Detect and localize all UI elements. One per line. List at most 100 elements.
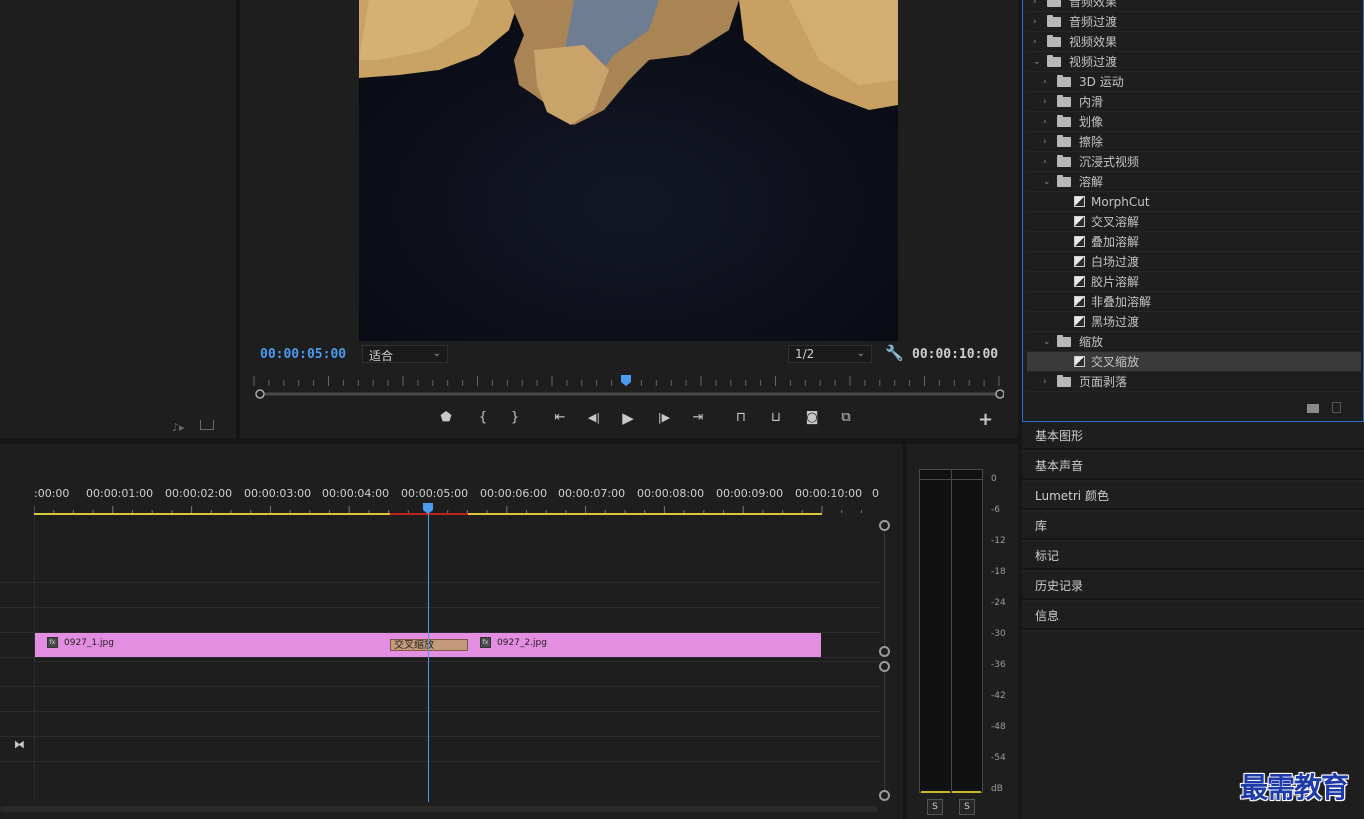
video-scrollbar-track[interactable] <box>884 525 885 651</box>
transition-block[interactable]: 交叉缩放 <box>390 639 468 651</box>
audio-scroll-handle-top[interactable] <box>879 661 890 672</box>
chevron-right-icon[interactable]: › <box>1043 72 1047 92</box>
audio-mix-icon[interactable]: ⧓ <box>14 738 25 751</box>
chevron-right-icon[interactable]: › <box>1043 92 1047 112</box>
new-custom-bin-icon[interactable] <box>1307 404 1319 413</box>
resolution-select[interactable]: 1/2 ⌄ <box>788 345 872 363</box>
clip-name: 0927_2.jpg <box>497 638 547 648</box>
side-panel-tab[interactable]: 标记 <box>1022 542 1364 570</box>
effects-folder[interactable]: › 内滑 <box>1027 92 1361 112</box>
zoom-handle-right[interactable] <box>995 389 1004 399</box>
solo-left-button[interactable]: S <box>927 799 943 815</box>
ruler-time-label: :00:00 <box>34 487 70 500</box>
chevron-right-icon[interactable]: › <box>1033 0 1037 12</box>
ruler-time-label: 00:00:08:00 <box>637 487 705 500</box>
chevron-right-icon[interactable]: › <box>1043 372 1047 392</box>
effects-folder[interactable]: › 音频效果 <box>1027 0 1361 12</box>
time-ruler-ticks[interactable] <box>34 503 884 519</box>
side-panel-tab[interactable]: 历史记录 <box>1022 572 1364 600</box>
mark-in-button[interactable]: { <box>471 408 495 428</box>
playhead-head[interactable] <box>423 503 433 514</box>
clip[interactable]: fx 0927_1.jpg <box>35 633 390 657</box>
video-scroll-handle-top[interactable] <box>879 520 890 531</box>
monitor-scrubber[interactable] <box>252 372 1004 402</box>
preview-image <box>359 0 898 341</box>
zoom-handle-left[interactable] <box>255 389 265 399</box>
side-panel-tab[interactable]: 基本声音 <box>1022 452 1364 480</box>
comparison-view-button[interactable]: ⧉ <box>834 408 858 428</box>
track-header-line <box>0 686 34 687</box>
extract-button[interactable]: ⊔ <box>764 408 788 428</box>
lift-button[interactable]: ⊓ <box>729 408 753 428</box>
button-editor-add[interactable]: + <box>978 409 993 430</box>
side-panel-tab[interactable]: 信息 <box>1022 602 1364 630</box>
tree-label: 内滑 <box>1079 95 1104 109</box>
add-marker-button[interactable]: ⬟ <box>434 408 458 428</box>
effect-item[interactable]: 交叉溶解 <box>1027 212 1361 232</box>
effects-folder[interactable]: › 擦除 <box>1027 132 1361 152</box>
effects-folder[interactable]: › 3D 运动 <box>1027 72 1361 92</box>
chevron-right-icon[interactable]: › <box>1043 112 1047 132</box>
meter-divider <box>951 470 952 792</box>
step-back-button[interactable]: ◀| <box>582 408 606 428</box>
audio-scrollbar-track[interactable] <box>884 666 885 795</box>
effect-item[interactable]: MorphCut <box>1027 192 1361 212</box>
db-label: -54 <box>991 753 1006 763</box>
effect-item[interactable]: 黑场过渡 <box>1027 312 1361 332</box>
side-panel-tab[interactable]: 基本图形 <box>1022 422 1364 450</box>
effects-folder[interactable]: ⌄ 缩放 <box>1027 332 1361 352</box>
folder-icon <box>1047 15 1061 27</box>
delete-icon[interactable] <box>1332 402 1341 413</box>
effect-item[interactable]: 叠加溶解 <box>1027 232 1361 252</box>
ruler-time-label: 00:00:06:00 <box>480 487 548 500</box>
playhead-marker[interactable] <box>621 375 631 386</box>
go-to-in-button[interactable]: ⇤ <box>548 408 572 428</box>
clip[interactable]: fx 0927_2.jpg <box>468 633 821 657</box>
effect-item[interactable]: 非叠加溶解 <box>1027 292 1361 312</box>
transition-icon <box>1074 356 1085 367</box>
zoom-level-select[interactable]: 适合 ⌄ <box>362 345 448 363</box>
folder-icon <box>1047 35 1061 47</box>
current-timecode[interactable]: 00:00:05:00 <box>260 347 346 362</box>
effect-item[interactable]: 白场过渡 <box>1027 252 1361 272</box>
effects-folder[interactable]: › 划像 <box>1027 112 1361 132</box>
export-icon[interactable] <box>200 420 214 430</box>
chevron-down-icon[interactable]: ⌄ <box>1043 332 1051 352</box>
side-panel-tab[interactable]: 库 <box>1022 512 1364 540</box>
export-frame-button[interactable]: ◙ <box>800 408 824 428</box>
panel-divider[interactable] <box>1018 0 1022 819</box>
side-panel-tab[interactable]: Lumetri 颜色 <box>1022 482 1364 510</box>
audio-scroll-handle-bottom[interactable] <box>879 790 890 801</box>
panel-divider[interactable] <box>0 438 1018 444</box>
effect-item[interactable]: 交叉缩放 <box>1027 352 1361 372</box>
tree-label: 胶片溶解 <box>1091 275 1140 289</box>
ruler-time-label: 00:00:04:00 <box>322 487 390 500</box>
effects-folder[interactable]: ⌄ 溶解 <box>1027 172 1361 192</box>
insert-to-sequence-icon[interactable]: ♪▸ <box>172 421 185 434</box>
effects-folder[interactable]: ⌄ 视频过渡 <box>1027 52 1361 72</box>
chevron-right-icon[interactable]: › <box>1033 12 1037 32</box>
effects-folder[interactable]: › 页面剥落 <box>1027 372 1361 392</box>
duration-timecode: 00:00:10:00 <box>912 347 999 362</box>
db-label: 0 <box>991 474 997 484</box>
video-scroll-handle-bottom[interactable] <box>879 646 890 657</box>
go-to-out-button[interactable]: ⇥ <box>686 408 710 428</box>
playhead-line[interactable] <box>428 514 429 802</box>
db-label: -18 <box>991 567 1006 577</box>
chevron-down-icon[interactable]: ⌄ <box>1043 172 1051 192</box>
effects-folder[interactable]: › 音频过渡 <box>1027 12 1361 32</box>
chevron-right-icon[interactable]: › <box>1043 132 1047 152</box>
chevron-right-icon[interactable]: › <box>1033 32 1037 52</box>
chevron-down-icon[interactable]: ⌄ <box>1033 52 1041 72</box>
solo-right-button[interactable]: S <box>959 799 975 815</box>
horizontal-scrollbar[interactable] <box>0 806 878 812</box>
step-forward-button[interactable]: |▶ <box>652 408 676 428</box>
chevron-right-icon[interactable]: › <box>1043 152 1047 172</box>
effect-item[interactable]: 胶片溶解 <box>1027 272 1361 292</box>
effects-folder[interactable]: › 视频效果 <box>1027 32 1361 52</box>
effects-folder[interactable]: › 沉浸式视频 <box>1027 152 1361 172</box>
mark-out-button[interactable]: } <box>503 408 527 428</box>
play-button[interactable]: ▶ <box>616 408 640 428</box>
track-divider <box>34 607 880 608</box>
settings-wrench-icon[interactable]: 🔧 <box>885 344 904 362</box>
